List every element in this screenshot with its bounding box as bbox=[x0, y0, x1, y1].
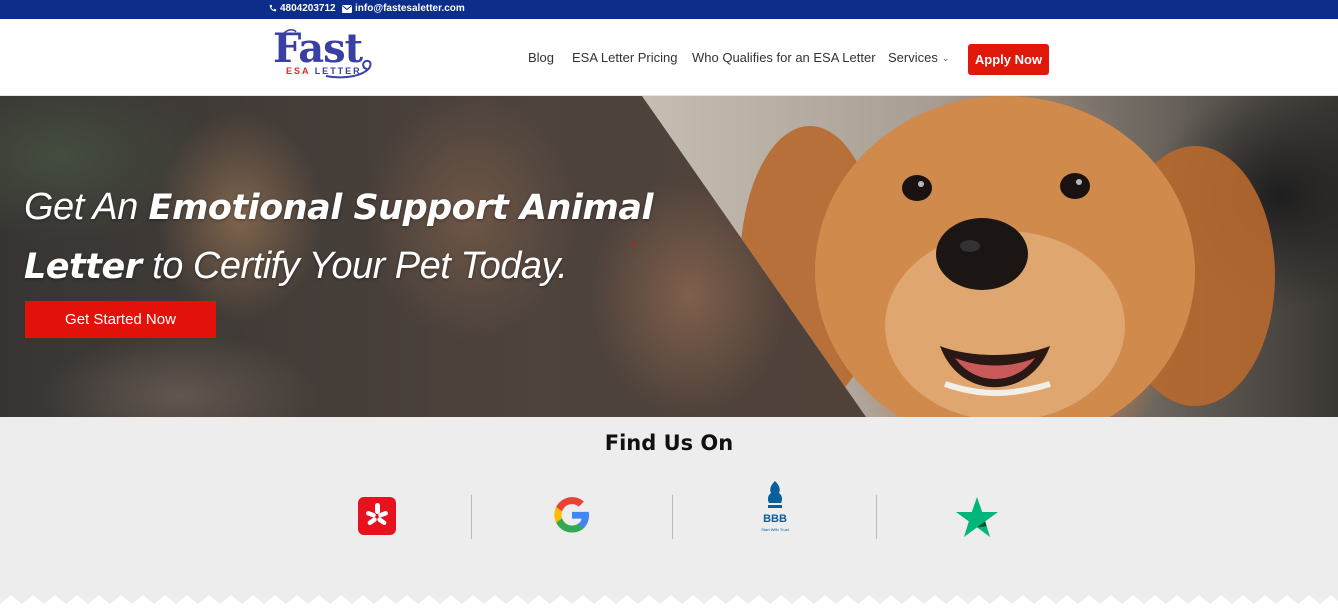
hero-title-part1: Get An bbox=[24, 186, 138, 228]
hero-title-part2: to Certify Your Pet Today. bbox=[152, 245, 568, 287]
bbb-label: BBB bbox=[763, 513, 787, 525]
find-us-section: Find Us On BBB Start With Trust bbox=[0, 417, 1338, 613]
nav-who-qualifies[interactable]: Who Qualifies for an ESA Letter bbox=[692, 50, 876, 65]
yelp-badge[interactable] bbox=[358, 497, 396, 540]
bbb-badge[interactable]: BBB Start With Trust bbox=[756, 479, 794, 541]
find-us-heading: Find Us On bbox=[604, 431, 734, 455]
nav-blog[interactable]: Blog bbox=[528, 50, 554, 65]
nav-services[interactable]: Services ⌄ bbox=[888, 50, 949, 65]
trustpilot-badge[interactable] bbox=[955, 496, 999, 543]
divider bbox=[876, 495, 877, 539]
phone-link[interactable]: 4804203712 bbox=[268, 3, 336, 14]
yelp-icon bbox=[358, 497, 396, 535]
site-header: Fast ESA LETTER Blog ESA Letter Pricing … bbox=[0, 19, 1338, 96]
nav-esa-letter-pricing[interactable]: ESA Letter Pricing bbox=[572, 50, 678, 65]
hero-title-bold2: Letter bbox=[24, 247, 142, 287]
site-logo[interactable]: Fast ESA LETTER bbox=[270, 27, 374, 87]
hero-banner: Get An Emotional Support Animal Letter t… bbox=[0, 96, 1338, 417]
phone-number: 4804203712 bbox=[280, 3, 336, 14]
divider bbox=[471, 495, 472, 539]
email-address: info@fastesaletter.com bbox=[355, 3, 465, 14]
logo-letter: LETTER bbox=[314, 66, 362, 76]
chevron-down-icon: ⌄ bbox=[941, 53, 950, 63]
trustpilot-star-icon bbox=[956, 497, 998, 537]
email-link[interactable]: info@fastesaletter.com bbox=[342, 3, 465, 14]
envelope-icon bbox=[342, 4, 352, 13]
divider bbox=[672, 495, 673, 539]
zigzag-divider bbox=[0, 595, 1338, 613]
logo-subtitle: ESA LETTER bbox=[286, 66, 362, 76]
hero-headline: Get An Emotional Support Animal Letter t… bbox=[24, 178, 684, 296]
hero-title-bold1: Emotional Support Animal bbox=[148, 188, 654, 228]
logo-esa: ESA bbox=[286, 66, 311, 76]
red-dot bbox=[632, 242, 635, 245]
logo-wordmark: Fast bbox=[273, 25, 363, 72]
google-badge[interactable] bbox=[553, 496, 591, 539]
nav-services-label: Services bbox=[888, 50, 938, 65]
get-started-button[interactable]: Get Started Now bbox=[25, 301, 216, 338]
apply-now-button[interactable]: Apply Now bbox=[968, 44, 1049, 75]
top-info-bar: 4804203712 info@fastesaletter.com bbox=[0, 0, 1338, 19]
phone-icon bbox=[269, 4, 277, 12]
google-icon bbox=[554, 497, 589, 533]
bbb-tagline: Start With Trust bbox=[761, 527, 789, 532]
